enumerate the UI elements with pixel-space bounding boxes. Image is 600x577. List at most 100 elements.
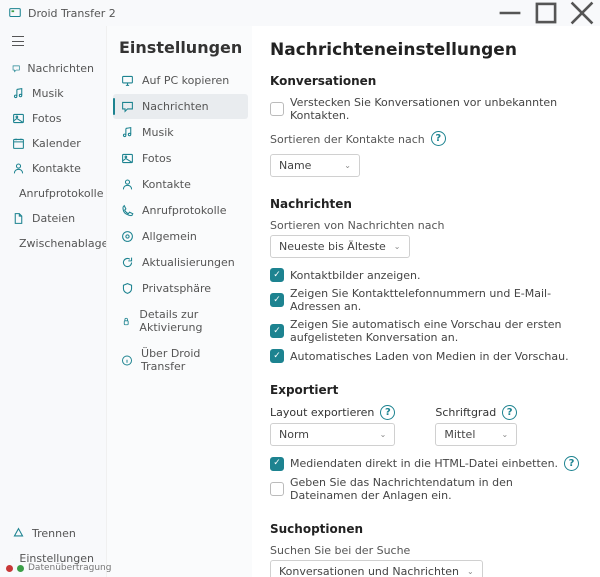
status-dot-green <box>17 565 24 572</box>
fotos-icon <box>121 152 134 165</box>
status-dot-red <box>6 565 13 572</box>
akt-icon <box>121 256 134 269</box>
nav-label: Zwischenablage <box>19 237 108 250</box>
hide-unknown-checkbox[interactable] <box>270 102 284 116</box>
subnav-label: Fotos <box>142 152 171 165</box>
font-size-label: Schriftgrad <box>435 406 496 419</box>
trennen-icon <box>12 527 25 540</box>
primary-nav: Nachrichten Musik Fotos Kalender Kontakte Anr… <box>0 26 106 577</box>
subnav-item-kontakte[interactable]: Kontakte <box>113 172 248 197</box>
status-bar: Datenübertragung <box>0 559 117 577</box>
nav-label: Dateien <box>32 212 75 225</box>
date-filename-checkbox[interactable] <box>270 482 284 496</box>
app-title: Droid Transfer 2 <box>28 7 116 20</box>
subnav-item-fotos[interactable]: Fotos <box>113 146 248 171</box>
nav-item-musik[interactable]: Musik <box>4 81 102 106</box>
export-layout-label: Layout exportieren <box>270 406 374 419</box>
nav-label: Fotos <box>32 112 61 125</box>
nav-item-kalender[interactable]: Kalender <box>4 131 102 156</box>
export-layout-select[interactable]: Norm⌄ <box>270 423 395 446</box>
subnav-item-pc[interactable]: Auf PC kopieren <box>113 68 248 93</box>
status-text: Datenübertragung <box>28 563 111 573</box>
detail-icon <box>121 315 131 328</box>
search-scope-select[interactable]: Konversationen und Nachrichten⌄ <box>270 560 483 577</box>
nav-label: Anrufprotokolle <box>19 187 104 200</box>
sort-contacts-select[interactable]: Name⌄ <box>270 154 360 177</box>
subnav-item-musik[interactable]: Musik <box>113 120 248 145</box>
nav-label: Kontakte <box>32 162 81 175</box>
subnav-item-akt[interactable]: Aktualisierungen <box>113 250 248 275</box>
subnav-label: Details zur Aktivierung <box>139 308 240 334</box>
chevron-down-icon: ⌄ <box>394 242 401 251</box>
nav-label: Kalender <box>32 137 81 150</box>
musik-icon <box>121 126 134 139</box>
subnav-label: Auf PC kopieren <box>142 74 229 87</box>
nav-item-zwischen[interactable]: Zwischenablage <box>4 231 102 256</box>
subnav-label: Über Droid Transfer <box>141 347 240 373</box>
subnav-label: Nachrichten <box>142 100 209 113</box>
dateien-icon <box>12 212 25 225</box>
nav-item-anruf[interactable]: Anrufprotokolle <box>4 181 102 206</box>
uber-icon <box>121 354 133 367</box>
subnav-item-anruf[interactable]: Anrufprotokolle <box>113 198 248 223</box>
auto-load-media-checkbox[interactable] <box>270 349 284 363</box>
minimize-button[interactable] <box>492 0 528 26</box>
subnav-item-uber[interactable]: Über Droid Transfer <box>113 341 248 379</box>
nav-item-fotos[interactable]: Fotos <box>4 106 102 131</box>
sort-messages-select[interactable]: Neueste bis Älteste⌄ <box>270 235 410 258</box>
kontakte-icon <box>121 178 134 191</box>
help-icon[interactable]: ? <box>502 405 517 420</box>
page-title: Nachrichteneinstellungen <box>270 40 582 60</box>
font-size-select[interactable]: Mittel⌄ <box>435 423 517 446</box>
subnav-label: Kontakte <box>142 178 191 191</box>
anruf-icon <box>121 204 134 217</box>
show-phone-email-checkbox[interactable] <box>270 293 284 307</box>
nav-label: Musik <box>32 87 64 100</box>
chevron-down-icon: ⌄ <box>380 430 387 439</box>
section-exportiert: Exportiert <box>270 383 582 397</box>
subnav-label: Allgemein <box>142 230 197 243</box>
nav-item-trennen[interactable]: Trennen <box>4 521 102 546</box>
sort-contacts-label: Sortieren der Kontakte nach <box>270 133 425 146</box>
subnav-item-detail[interactable]: Details zur Aktivierung <box>113 302 248 340</box>
subnav-label: Anrufprotokolle <box>142 204 227 217</box>
nachrichten-icon <box>121 100 134 113</box>
title-bar: Droid Transfer 2 <box>0 0 600 26</box>
nav-label: Trennen <box>32 527 76 540</box>
subnav-heading: Einstellungen <box>113 38 248 67</box>
fotos-icon <box>12 112 25 125</box>
section-konversationen: Konversationen <box>270 74 582 88</box>
app-logo-icon <box>8 6 22 20</box>
embed-media-checkbox[interactable] <box>270 457 284 471</box>
chevron-down-icon: ⌄ <box>467 567 474 576</box>
close-button[interactable] <box>564 0 600 26</box>
subnav-item-priv[interactable]: Privatsphäre <box>113 276 248 301</box>
nav-label: Nachrichten <box>27 62 94 75</box>
help-icon[interactable]: ? <box>564 456 579 471</box>
hamburger-button[interactable] <box>4 32 102 50</box>
subnav-item-allg[interactable]: Allgemein <box>113 224 248 249</box>
maximize-button[interactable] <box>528 0 564 26</box>
subnav-item-nachrichten[interactable]: Nachrichten <box>113 94 248 119</box>
chevron-down-icon: ⌄ <box>501 430 508 439</box>
subnav-label: Privatsphäre <box>142 282 211 295</box>
priv-icon <box>121 282 134 295</box>
help-icon[interactable]: ? <box>431 131 446 146</box>
search-scope-label: Suchen Sie bei der Suche <box>270 544 582 557</box>
nav-item-nachrichten[interactable]: Nachrichten <box>4 56 102 81</box>
hide-unknown-label: Verstecken Sie Konversationen vor unbeka… <box>290 96 582 122</box>
sort-messages-label: Sortieren von Nachrichten nach <box>270 219 582 232</box>
nav-item-dateien[interactable]: Dateien <box>4 206 102 231</box>
allg-icon <box>121 230 134 243</box>
musik-icon <box>12 87 25 100</box>
auto-preview-checkbox[interactable] <box>270 324 284 338</box>
nav-item-kontakte[interactable]: Kontakte <box>4 156 102 181</box>
kontakte-icon <box>12 162 25 175</box>
content-pane: Nachrichteneinstellungen Konversationen … <box>252 26 600 577</box>
help-icon[interactable]: ? <box>380 405 395 420</box>
nachrichten-icon <box>12 62 20 75</box>
kalender-icon <box>12 137 25 150</box>
contact-images-checkbox[interactable] <box>270 268 284 282</box>
settings-subnav: Einstellungen Auf PC kopieren Nachrichten… <box>106 26 252 577</box>
section-suchoptionen: Suchoptionen <box>270 522 582 536</box>
